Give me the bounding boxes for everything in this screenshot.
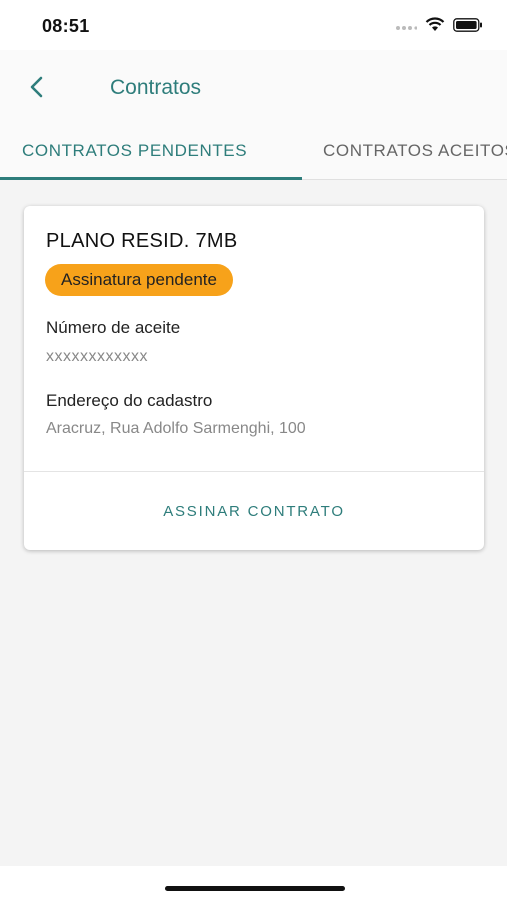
- plan-name: PLANO RESID. 7MB: [46, 230, 238, 252]
- signal-dots-icon: [395, 18, 418, 36]
- status-icons: [395, 17, 483, 37]
- sign-contract-button[interactable]: ASSINAR CONTRATO: [24, 472, 484, 550]
- tab-bar: CONTRATOS PENDENTES CONTRATOS ACEITOS: [0, 130, 507, 180]
- wifi-icon: [425, 17, 445, 37]
- status-bar: 08:51: [0, 0, 507, 50]
- status-badge: Assinatura pendente: [45, 264, 233, 296]
- tab-accepted-contracts[interactable]: CONTRATOS ACEITOS: [323, 141, 507, 161]
- acceptance-number-value: xxxxxxxxxxxx: [46, 348, 148, 365]
- home-indicator-area: [0, 866, 507, 900]
- status-time: 08:51: [42, 16, 90, 36]
- battery-icon: [453, 17, 483, 37]
- address-label: Endereço do cadastro: [46, 391, 213, 410]
- active-tab-indicator: [0, 177, 302, 180]
- chevron-left-icon: [29, 75, 45, 104]
- page-title: Contratos: [110, 76, 202, 99]
- tab-pending-contracts[interactable]: CONTRATOS PENDENTES: [22, 141, 247, 161]
- contract-card: PLANO RESID. 7MB Assinatura pendente Núm…: [24, 206, 484, 550]
- app-header: Contratos: [0, 50, 507, 130]
- back-button[interactable]: [22, 74, 52, 104]
- home-indicator[interactable]: [165, 886, 345, 891]
- address-value: Aracruz, Rua Adolfo Sarmenghi, 100: [46, 420, 306, 437]
- acceptance-number-label: Número de aceite: [46, 318, 181, 337]
